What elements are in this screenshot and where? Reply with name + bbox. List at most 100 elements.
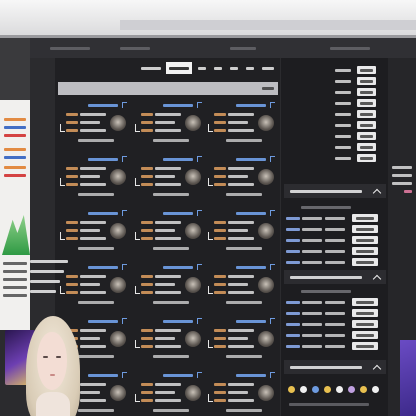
player-card[interactable] [206,208,278,252]
player-card[interactable] [133,262,205,306]
illegible-text [228,345,254,348]
ranking-section-header[interactable] [284,184,386,198]
player-card[interactable] [206,154,278,198]
illegible-text [360,124,373,127]
illegible-text [66,121,78,124]
stream-overlay-strip [0,38,30,330]
side-menu-button[interactable] [357,143,376,151]
illegible-text [236,212,266,215]
side-menu-button[interactable] [357,99,376,107]
chevron-up-icon[interactable] [372,364,382,374]
chevron-up-icon[interactable] [372,274,382,284]
ranking-action-button[interactable] [352,309,378,317]
ranking-action-button[interactable] [352,214,378,222]
illegible-text [302,345,322,348]
side-menu-button[interactable] [357,66,376,74]
player-card[interactable] [133,208,205,252]
illegible-text [66,237,78,240]
player-card[interactable] [206,316,278,360]
side-menu-button[interactable] [357,77,376,85]
bracket-icon [135,340,140,348]
ranking-section-header[interactable] [284,360,386,374]
player-card[interactable] [133,316,205,360]
item-icon[interactable] [372,386,379,393]
player-card[interactable] [58,208,130,252]
up-arrow-icon [197,210,202,216]
side-menu-button[interactable] [357,154,376,162]
bracket-icon [60,232,65,240]
illegible-text [155,175,175,178]
illegible-text [141,175,153,178]
illegible-text [360,102,373,105]
illegible-text [360,135,373,138]
illegible-text [80,275,106,278]
item-icon[interactable] [360,386,367,393]
illegible-text [330,47,370,50]
illegible-text [228,167,254,170]
item-icon[interactable] [348,386,355,393]
illegible-text [286,334,300,337]
player-card[interactable] [133,100,205,144]
side-menu-button[interactable] [357,88,376,96]
illegible-text [163,212,193,215]
side-menu-row [281,121,388,130]
ranking-action-button[interactable] [352,331,378,339]
illegible-text [325,312,345,315]
site-header [30,38,416,58]
illegible-text [4,156,26,159]
illegible-text [120,47,150,50]
side-menu-button[interactable] [357,132,376,140]
illegible-text [80,237,106,240]
illegible-text [325,261,345,264]
up-arrow-icon [122,372,127,378]
item-icon[interactable] [300,386,307,393]
illegible-text [155,383,181,386]
player-card[interactable] [133,370,205,414]
ranking-action-button[interactable] [352,342,378,350]
illegible-text [228,291,254,294]
illegible-text [301,290,351,293]
player-card[interactable] [58,100,130,144]
item-icon[interactable] [312,386,319,393]
side-menu-button[interactable] [357,110,376,118]
illegible-text [214,113,226,116]
illegible-text [214,183,226,186]
up-arrow-icon [197,102,202,108]
ranking-action-button[interactable] [352,258,378,266]
up-arrow-icon [197,156,202,162]
item-icon[interactable] [288,386,295,393]
illegible-text [286,312,300,315]
side-menu-button[interactable] [357,121,376,129]
bracket-icon [135,394,140,402]
illegible-text [153,193,189,196]
player-card[interactable] [133,154,205,198]
illegible-text [155,183,181,186]
illegible-text [335,102,351,105]
ranking-action-button[interactable] [352,320,378,328]
illegible-text [155,399,181,402]
avatar-icon [185,169,201,185]
illegible-text [80,337,100,340]
ranking-section-header[interactable] [284,270,386,284]
ranking-action-button[interactable] [352,298,378,306]
player-card[interactable] [206,370,278,414]
up-arrow-icon [270,372,275,378]
ranking-action-button[interactable] [352,225,378,233]
ranking-action-button[interactable] [352,236,378,244]
item-icon[interactable] [336,386,343,393]
stream-chat-overlay [28,256,72,300]
player-card[interactable] [58,154,130,198]
ranking-action-button[interactable] [352,247,378,255]
player-card[interactable] [206,262,278,306]
browser-tab-strip[interactable] [120,20,416,30]
item-icon[interactable] [324,386,331,393]
up-arrow-icon [122,102,127,108]
illegible-text [226,355,262,358]
illegible-text [228,229,248,232]
illegible-text [78,409,114,412]
illegible-text [88,374,118,377]
chevron-up-icon[interactable] [372,188,382,198]
illegible-text [88,266,118,269]
avatar-icon [185,115,201,131]
player-card[interactable] [206,100,278,144]
